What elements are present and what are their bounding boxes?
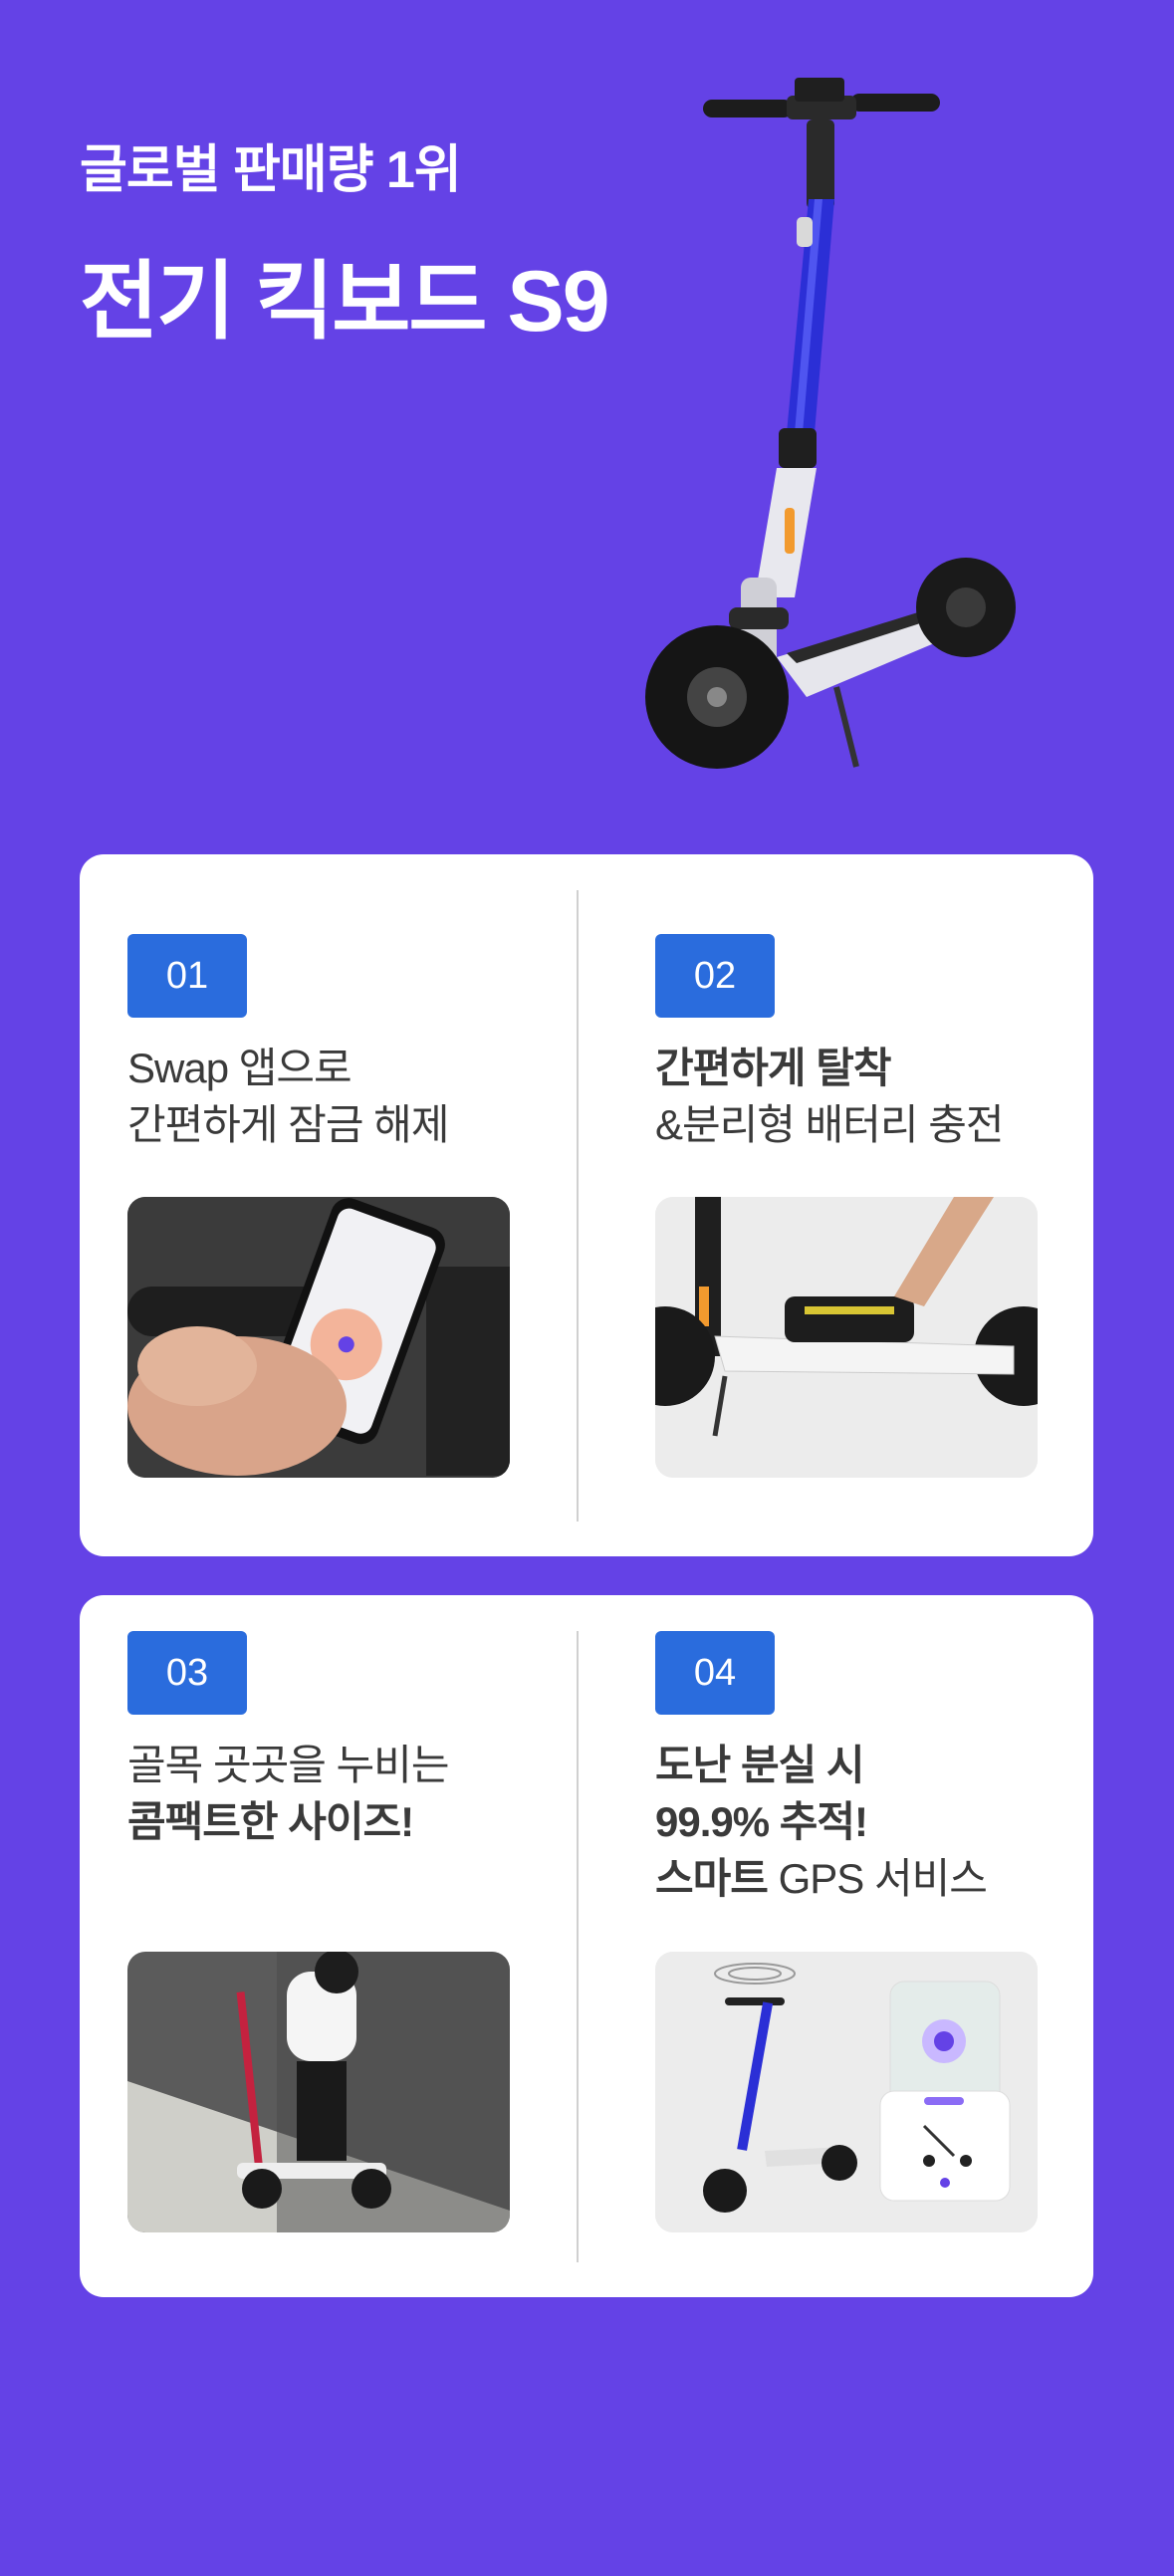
feature-number-badge: 03 bbox=[127, 1631, 247, 1715]
feature-line3-bold: 스마트 bbox=[655, 1855, 769, 1902]
feature-line2: 콤팩트한 사이즈! bbox=[127, 1798, 414, 1845]
scooter-gps-tracking-image bbox=[655, 1952, 1038, 2232]
hand-holding-phone-app-image bbox=[127, 1197, 510, 1478]
feature-line3-regular: GPS 서비스 bbox=[767, 1855, 988, 1902]
feature-line1: 간편하게 탈착 bbox=[655, 1045, 892, 1091]
feature-line1: Swap 앱으로 bbox=[127, 1045, 352, 1091]
feature-description: 간편하게 탈착 &분리형 배터리 충전 bbox=[655, 1040, 1054, 1153]
feature-description: 골목 곳곳을 누비는 콤팩트한 사이즈! bbox=[127, 1737, 526, 1850]
card-divider bbox=[577, 890, 579, 1522]
feature-description: Swap 앱으로 간편하게 잠금 해제 bbox=[127, 1040, 526, 1153]
hero-title: 전기 킥보드 S9 bbox=[80, 254, 610, 350]
person-riding-scooter-image bbox=[127, 1952, 510, 2232]
feature-line2: 간편하게 잠금 해제 bbox=[127, 1101, 449, 1148]
feature-line2: &분리형 배터리 충전 bbox=[655, 1101, 1004, 1148]
feature-card-top: 01 Swap 앱으로 간편하게 잠금 해제 02 간편하게 탈착 &분리형 배… bbox=[80, 854, 1093, 1556]
feature-number-badge: 04 bbox=[655, 1631, 775, 1715]
feature-line2: 99.9% 추적! bbox=[655, 1798, 868, 1845]
feature-number-badge: 02 bbox=[655, 934, 775, 1018]
feature-line1: 골목 곳곳을 누비는 bbox=[127, 1742, 449, 1788]
feature-card-bottom: 03 골목 곳곳을 누비는 콤팩트한 사이즈! 04 도난 분실 시 99.9%… bbox=[80, 1595, 1093, 2297]
feature-number-badge: 01 bbox=[127, 934, 247, 1018]
feature-description: 도난 분실 시 99.9% 추적! 스마트 GPS 서비스 bbox=[655, 1737, 1054, 1907]
hero-subtitle: 글로벌 판매량 1위 bbox=[80, 141, 462, 199]
feature-line3: 스마트 GPS 서비스 bbox=[655, 1850, 1054, 1907]
feature-line1: 도난 분실 시 bbox=[655, 1742, 865, 1788]
scooter-battery-removal-image bbox=[655, 1197, 1038, 1478]
card-divider bbox=[577, 1631, 579, 2262]
scooter-hero-image bbox=[645, 78, 1016, 769]
